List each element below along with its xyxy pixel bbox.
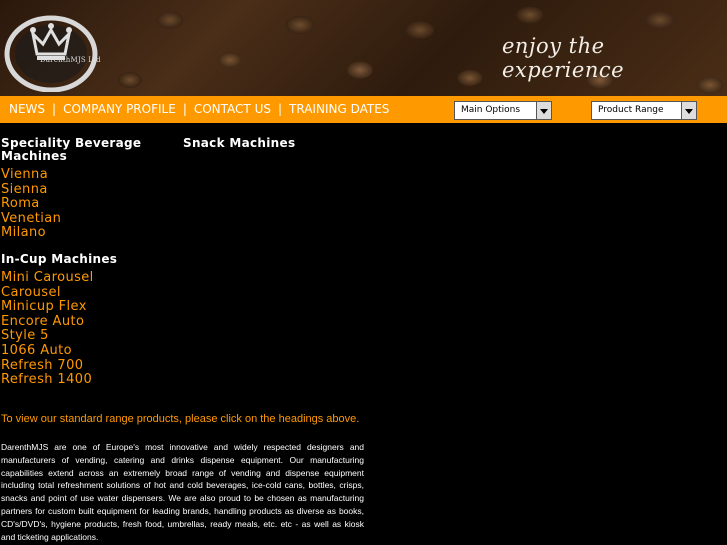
- speciality-heading[interactable]: Speciality Beverage Machines: [1, 137, 171, 163]
- nav-separator: |: [182, 102, 187, 116]
- product-link-refresh-700[interactable]: Refresh 700: [1, 358, 94, 374]
- nav-separator: |: [277, 102, 283, 116]
- main-options-select[interactable]: Main Options: [454, 101, 552, 120]
- list-item: 1066 Auto: [1, 343, 94, 359]
- product-link-1066-auto[interactable]: 1066 Auto: [1, 343, 94, 359]
- nav-separator: |: [52, 102, 57, 116]
- product-link-vienna[interactable]: Vienna: [1, 167, 61, 183]
- nav-contact-us[interactable]: CONTACT US: [194, 102, 271, 116]
- speciality-list: Vienna Sienna Roma Venetian Milano: [1, 167, 61, 241]
- product-link-minicup-flex[interactable]: Minicup Flex: [1, 300, 94, 315]
- nav-company-profile[interactable]: COMPANY PROFILE: [63, 102, 176, 116]
- product-link-milano[interactable]: Milano: [1, 226, 61, 241]
- chevron-down-icon[interactable]: [681, 102, 696, 119]
- main-nav: NEWS | COMPANY PROFILE | CONTACT US | TRAINING…: [9, 102, 389, 116]
- list-item: Encore Auto: [1, 314, 94, 330]
- darenth-crown-logo[interactable]: [3, 8, 105, 92]
- product-link-carousel[interactable]: Carousel: [1, 285, 94, 301]
- list-item: Minicup Flex: [1, 300, 94, 315]
- product-link-sienna[interactable]: Sienna: [1, 182, 61, 198]
- main-options-label: Main Options: [461, 105, 521, 115]
- instruction-text: To view our standard range products, ple…: [1, 413, 360, 425]
- nav-news[interactable]: NEWS: [9, 102, 45, 116]
- snack-heading[interactable]: Snack Machines: [183, 137, 295, 150]
- list-item: Roma: [1, 197, 61, 212]
- product-link-roma[interactable]: Roma: [1, 197, 61, 212]
- product-range-select[interactable]: Product Range: [591, 101, 697, 120]
- header-banner: DarenthMJS Ltd enjoy the experience: [0, 0, 727, 96]
- nav-training-dates[interactable]: TRAINING DATES: [289, 102, 389, 116]
- incup-list: Mini Carousel Carousel Minicup Flex Enco…: [1, 270, 94, 388]
- list-item: Refresh 1400: [1, 373, 94, 388]
- list-item: Style 5: [1, 329, 94, 344]
- list-item: Sienna: [1, 182, 61, 198]
- list-item: Mini Carousel: [1, 270, 94, 286]
- incup-heading[interactable]: In-Cup Machines: [1, 253, 117, 266]
- logo-text: DarenthMJS Ltd: [40, 56, 101, 64]
- company-description: DarenthMJS are one of Europe's most inno…: [1, 442, 364, 542]
- product-link-refresh-1400[interactable]: Refresh 1400: [1, 373, 94, 388]
- tagline: enjoy the experience: [502, 34, 625, 82]
- product-range-label: Product Range: [598, 105, 664, 115]
- list-item: Carousel: [1, 285, 94, 301]
- list-item: Refresh 700: [1, 358, 94, 374]
- list-item: Vienna: [1, 167, 61, 183]
- product-link-venetian[interactable]: Venetian: [1, 211, 61, 227]
- product-link-encore-auto[interactable]: Encore Auto: [1, 314, 94, 330]
- list-item: Milano: [1, 226, 61, 241]
- product-link-style-5[interactable]: Style 5: [1, 329, 94, 344]
- list-item: Venetian: [1, 211, 61, 227]
- chevron-down-icon[interactable]: [536, 102, 551, 119]
- product-link-mini-carousel[interactable]: Mini Carousel: [1, 270, 94, 286]
